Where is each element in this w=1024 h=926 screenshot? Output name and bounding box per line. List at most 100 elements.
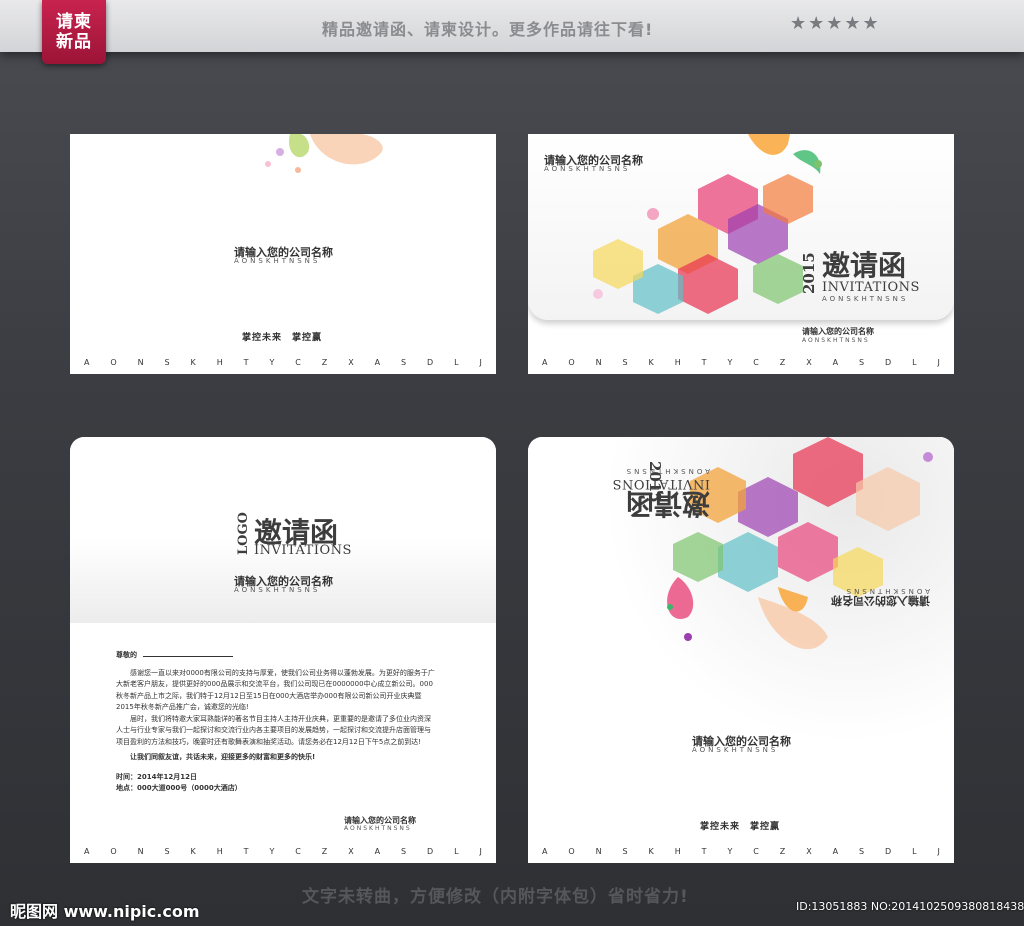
alphabet-letter: X xyxy=(806,358,812,367)
badge-line-2: 新品 xyxy=(56,32,92,52)
title-english-sub: AONSKHTNSNS xyxy=(623,467,710,475)
rating-stars: ★★★★★ xyxy=(790,13,881,34)
alphabet-letter: Y xyxy=(269,847,275,856)
alphabet-letter: H xyxy=(216,847,223,856)
alphabet-letter: C xyxy=(295,358,301,367)
title-english-sub: AONSKHTNSNS xyxy=(822,295,909,303)
alphabet-letter: S xyxy=(622,847,628,856)
card-plain-front: 请输入您的公司名称 AONSKHTNSNS 掌控未来 掌控赢 AONSKHTYC… xyxy=(70,134,496,374)
alphabet-letter: O xyxy=(110,358,117,367)
year-label: 2015 xyxy=(646,461,664,503)
alphabet-letter: D xyxy=(885,358,892,367)
alphabet-letter: D xyxy=(427,847,434,856)
alphabet-letter: K xyxy=(648,358,654,367)
site-watermark: 昵图网 www.nipic.com xyxy=(10,902,200,921)
alphabet-letter: A xyxy=(374,358,381,367)
card-slogan: 掌控未来 掌控赢 xyxy=(242,333,323,343)
alphabet-letter: S xyxy=(859,847,865,856)
title-english: INVITATIONS xyxy=(822,280,920,295)
greeting-blank xyxy=(143,656,233,657)
alphabet-letter: N xyxy=(137,847,144,856)
alphabet-letter: Y xyxy=(727,847,733,856)
company-name-en: AONSKHTNSNS xyxy=(692,746,779,754)
company-name-en: AONSKHTNSNS xyxy=(544,165,631,173)
title-chinese: 邀请函 xyxy=(625,487,710,520)
top-slogan: 精品邀请函、请柬设计。更多作品请往下看! xyxy=(322,20,654,39)
alphabet-letter: Y xyxy=(269,358,275,367)
alphabet-row: AONSKHTYCZXASDLJ xyxy=(84,358,482,367)
alphabet-letter: H xyxy=(674,358,681,367)
floral-decoration-icon xyxy=(265,134,383,173)
company-name-small: 请输入您的公司名称 xyxy=(802,327,874,336)
company-name-flipped-en: AONSKHTNSNS xyxy=(843,587,930,595)
alphabet-letter: A xyxy=(832,358,839,367)
company-name-en: AONSKHTNSNS xyxy=(234,586,321,594)
event-time: 时间：2014年12月12日 xyxy=(116,772,197,781)
alphabet-letter: A xyxy=(542,847,548,856)
alphabet-letter: H xyxy=(674,847,681,856)
bottom-slogan: 文字未转曲，方便修改（内附字体包）省时省力! xyxy=(302,887,689,907)
signature-company-en: AONSKHTNSNS xyxy=(344,825,412,832)
company-name-flipped: 请输入您的公司名称 xyxy=(831,594,930,607)
alphabet-letter: S xyxy=(859,358,865,367)
card-slogan: 掌控未来 掌控赢 xyxy=(700,822,781,832)
alphabet-letter: S xyxy=(164,847,170,856)
badge-line-1: 请柬 xyxy=(56,12,92,32)
title-english: INVITATIONS xyxy=(254,543,352,558)
alphabet-letter: T xyxy=(701,358,707,367)
card-inside-letter: LOGO 邀请函 INVITATIONS 请输入您的公司名称 AONSKHTNS… xyxy=(70,437,496,863)
alphabet-letter: Z xyxy=(321,847,328,856)
alphabet-row: AONSKHTYCZXASDLJ xyxy=(542,358,940,367)
alphabet-row: AONSKHTYCZXASDLJ xyxy=(84,847,482,856)
alphabet-letter: S xyxy=(401,358,407,367)
alphabet-letter: A xyxy=(374,847,381,856)
alphabet-letter: D xyxy=(427,358,434,367)
alphabet-letter: C xyxy=(753,358,759,367)
alphabet-letter: C xyxy=(753,847,759,856)
alphabet-letter: X xyxy=(806,847,812,856)
alphabet-letter: J xyxy=(479,847,482,856)
alphabet-letter: A xyxy=(84,358,90,367)
alphabet-letter: T xyxy=(243,847,249,856)
letter-paragraph-2: 届时，我们将特邀大家耳熟能详的著名节目主持人主持开业庆典，更重要的是邀请了多位业… xyxy=(116,714,431,746)
alphabet-letter: L xyxy=(912,847,917,856)
alphabet-letter: T xyxy=(701,847,707,856)
alphabet-letter: X xyxy=(348,847,354,856)
new-product-badge: 请柬 新品 xyxy=(42,0,106,64)
top-banner: 精品邀请函、请柬设计。更多作品请往下看! ★★★★★ xyxy=(0,0,1024,52)
alphabet-letter: A xyxy=(542,358,548,367)
alphabet-letter: D xyxy=(885,847,892,856)
card-back-hexagon: 邀请函 INVITATIONS AONSKHTNSNS 2015 请输入您的公司… xyxy=(528,437,954,863)
alphabet-letter: A xyxy=(832,847,839,856)
letter-paragraph-1: 感谢您一直以来对0000有限公司的支持与厚爱，使我们公司业务得以蓬勃发展。为更好… xyxy=(116,668,435,712)
alphabet-letter: L xyxy=(454,847,459,856)
alphabet-letter: Z xyxy=(779,358,786,367)
letter-closing: 让我们同叙友谊，共话未来，迎接更多的财富和更多的快乐! xyxy=(130,753,316,761)
company-name-en: AONSKHTNSNS xyxy=(234,257,321,265)
greeting: 尊敬的 xyxy=(116,651,137,659)
alphabet-letter: K xyxy=(190,847,196,856)
alphabet-letter: S xyxy=(401,847,407,856)
alphabet-letter: T xyxy=(243,358,249,367)
alphabet-letter: K xyxy=(648,847,654,856)
alphabet-letter: L xyxy=(454,358,459,367)
flipped-title-block: 邀请函 INVITATIONS AONSKHTNSNS xyxy=(550,457,710,537)
alphabet-letter: N xyxy=(595,358,602,367)
alphabet-letter: J xyxy=(937,847,940,856)
title-chinese: 邀请函 xyxy=(822,249,907,282)
year-label: 2015 xyxy=(800,252,818,294)
alphabet-letter: N xyxy=(595,847,602,856)
image-id-watermark: ID:13051883 NO:20141025093808184388 xyxy=(796,900,1024,913)
alphabet-row: AONSKHTYCZXASDLJ xyxy=(542,847,940,856)
card-cover-hexagon: 请输入您的公司名称 AONSKHTNSNS 2015 邀请函 INVITATIO… xyxy=(528,134,954,374)
alphabet-letter: A xyxy=(84,847,90,856)
alphabet-letter: L xyxy=(912,358,917,367)
alphabet-letter: H xyxy=(216,358,223,367)
greeting-line: 尊敬的 xyxy=(116,650,436,662)
flipped-company-block: 请输入您的公司名称 AONSKHTNSNS xyxy=(790,579,930,609)
alphabet-letter: O xyxy=(568,358,575,367)
alphabet-letter: N xyxy=(137,358,144,367)
company-name-small-en: AONSKHTNSNS xyxy=(802,337,870,344)
alphabet-letter: X xyxy=(348,358,354,367)
alphabet-letter: J xyxy=(937,358,940,367)
